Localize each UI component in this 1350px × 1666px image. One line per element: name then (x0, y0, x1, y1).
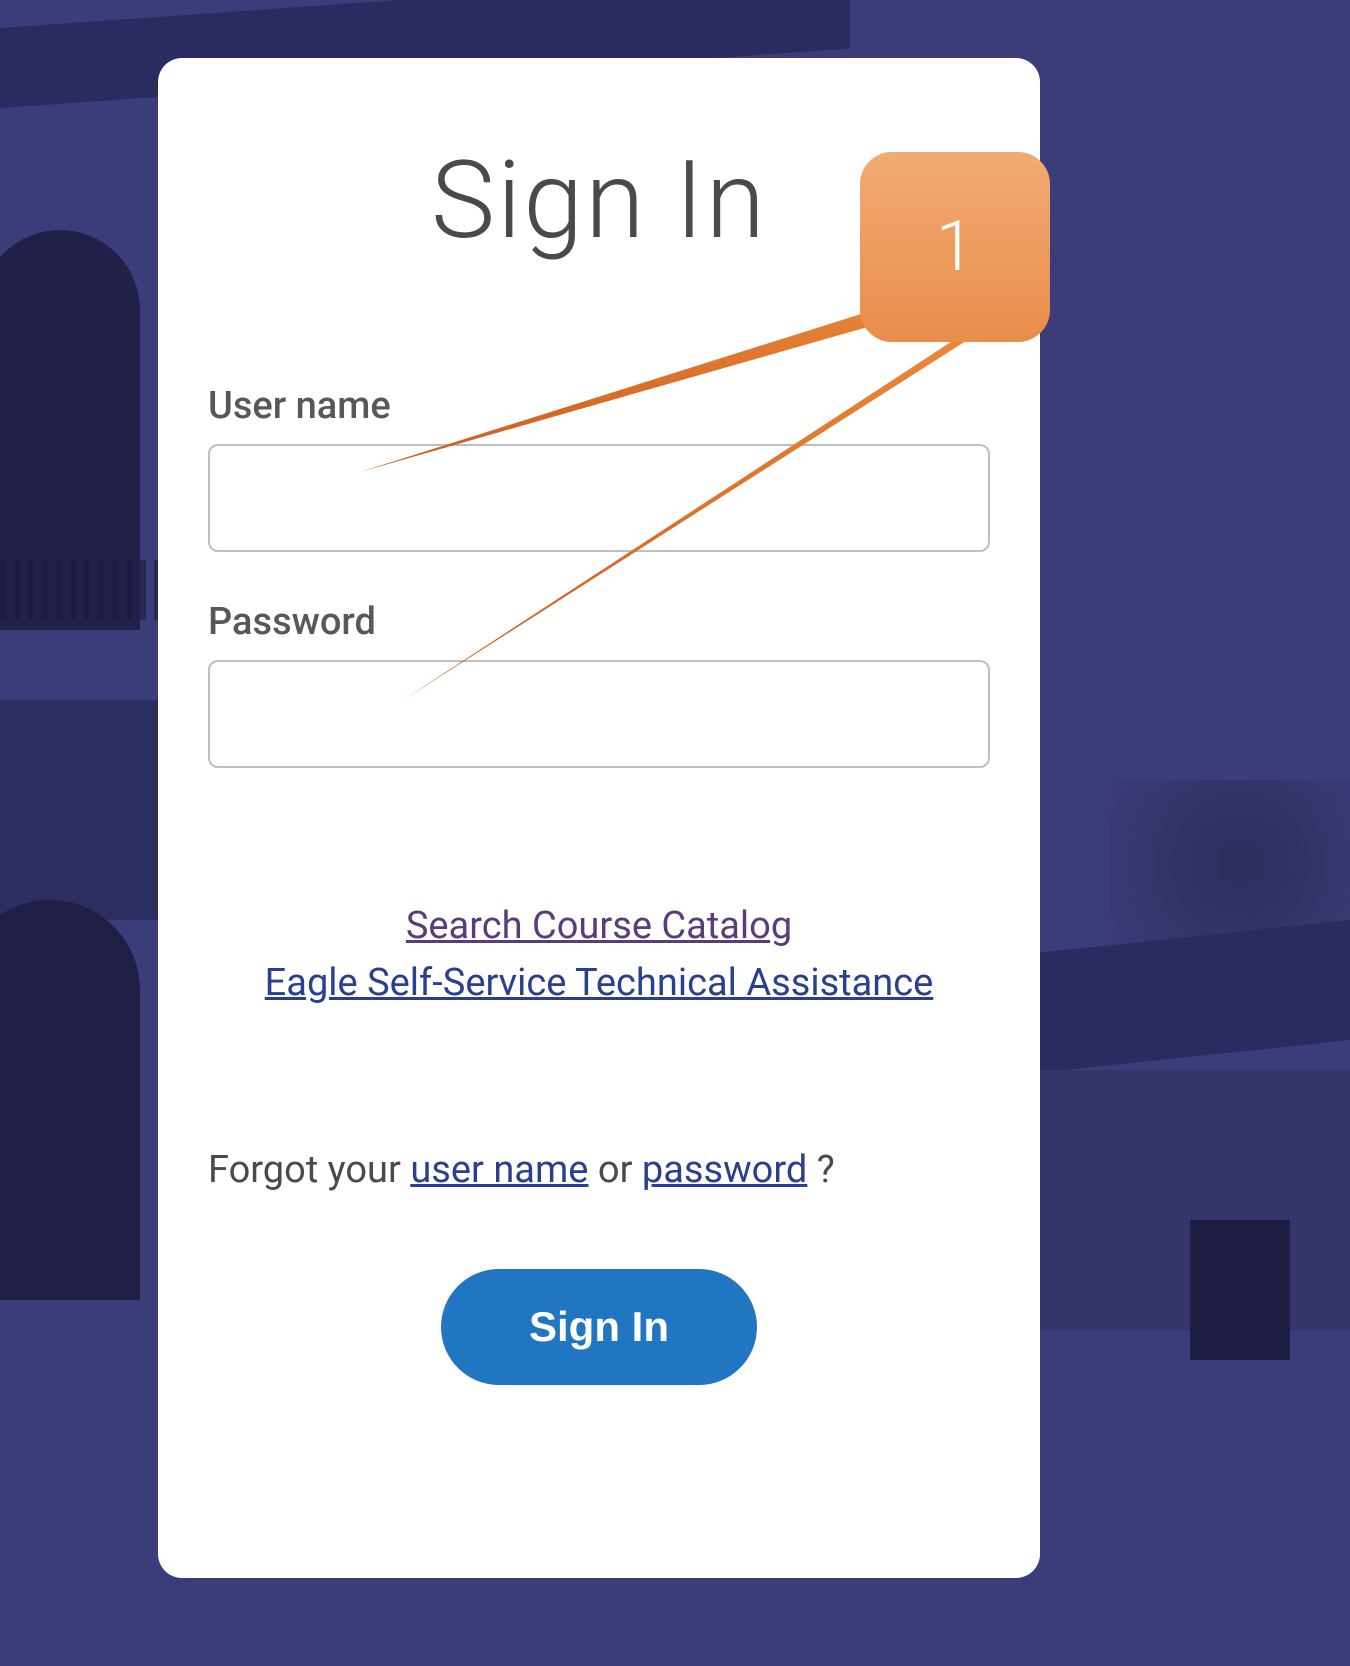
page-title: Sign In (208, 138, 990, 264)
forgot-middle: or (588, 1148, 641, 1192)
background-shape (0, 560, 160, 620)
forgot-credentials-text: Forgot your user name or password ? (208, 1142, 990, 1199)
helper-links: Search Course Catalog Eagle Self-Service… (208, 898, 990, 1012)
technical-assistance-link[interactable]: Eagle Self-Service Technical Assistance (265, 955, 934, 1012)
forgot-prefix: Forgot your (208, 1148, 410, 1192)
forgot-password-link[interactable]: password (642, 1142, 807, 1199)
forgot-suffix: ? (807, 1148, 834, 1192)
background-shape (0, 900, 140, 1300)
password-label: Password (208, 600, 990, 644)
background-shape (0, 700, 170, 920)
forgot-username-link[interactable]: user name (410, 1142, 588, 1199)
login-card: Sign In User name Password Search Course… (158, 58, 1040, 1578)
background-shape (1190, 1220, 1290, 1360)
username-input[interactable] (208, 444, 990, 552)
username-label: User name (208, 384, 990, 428)
password-input[interactable] (208, 660, 990, 768)
sign-in-button[interactable]: Sign In (441, 1269, 757, 1385)
search-catalog-link[interactable]: Search Course Catalog (406, 898, 792, 955)
